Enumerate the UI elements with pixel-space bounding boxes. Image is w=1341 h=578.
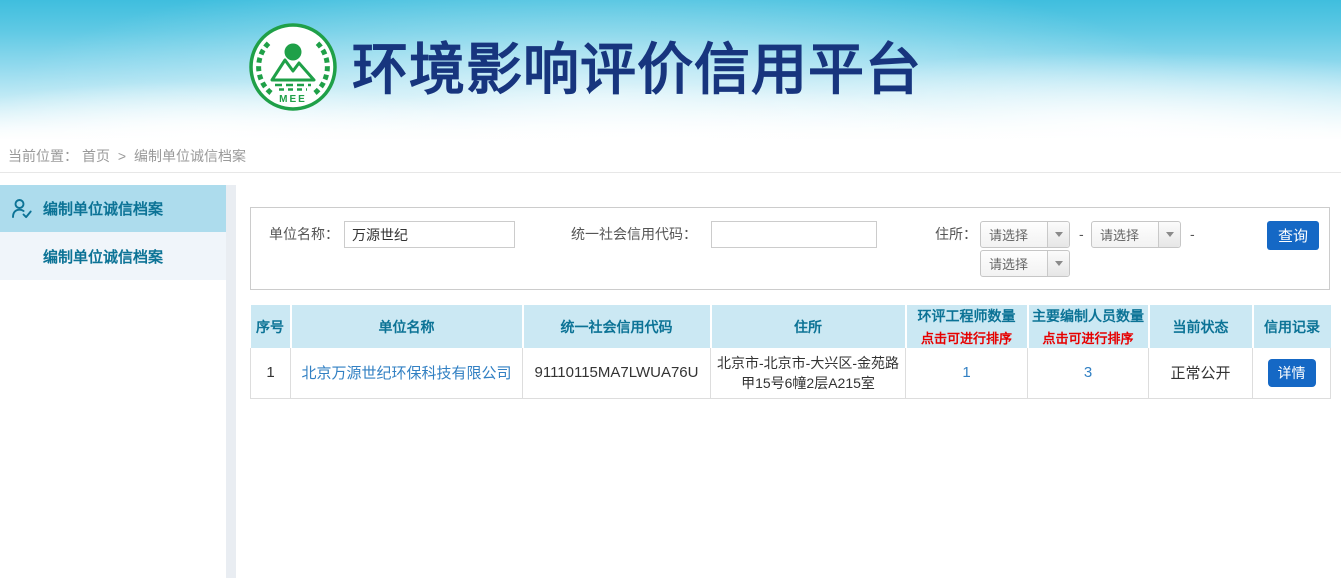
results-table: 序号 单位名称 统一社会信用代码 住所 环评工程师数量 点击可进行排序 主要编制… — [250, 305, 1331, 399]
caret-down-icon — [1158, 222, 1180, 247]
content-area: 编制单位诚信档案 编制单位诚信档案 单位名称： 统一社会信用代码： 住所： 请选… — [0, 173, 1341, 578]
breadcrumb-prefix: 当前位置： — [8, 148, 78, 164]
page-title: 环境影响评价信用平台 — [352, 34, 922, 106]
credit-code-label: 统一社会信用代码： — [571, 221, 697, 248]
breadcrumb-current: 编制单位诚信档案 — [134, 148, 246, 164]
col-header-credit-record: 信用记录 — [1253, 305, 1331, 348]
sidebar-subitem-label: 编制单位诚信档案 — [43, 246, 163, 267]
sidebar: 编制单位诚信档案 编制单位诚信档案 — [0, 185, 226, 280]
caret-down-icon — [1047, 222, 1069, 247]
col-header-index: 序号 — [251, 305, 291, 348]
detail-button[interactable]: 详情 — [1268, 359, 1316, 387]
address-dash-1: - — [1079, 221, 1084, 248]
company-name-input[interactable] — [344, 221, 515, 248]
cell-status: 正常公开 — [1149, 348, 1253, 398]
table-row: 1 北京万源世纪环保科技有限公司 91110115MA7LWUA76U 北京市-… — [251, 348, 1331, 398]
sidebar-item-label: 编制单位诚信档案 — [43, 198, 163, 219]
col-header-address: 住所 — [711, 305, 906, 348]
city-select[interactable]: 请选择 — [1091, 221, 1181, 248]
province-select[interactable]: 请选择 — [980, 221, 1070, 248]
sort-hint: 点击可进行排序 — [909, 328, 1025, 347]
breadcrumb-home-link[interactable]: 首页 — [82, 148, 110, 164]
company-name-label: 单位名称： — [269, 221, 339, 248]
col-header-company: 单位名称 — [291, 305, 523, 348]
table-header-row: 序号 单位名称 统一社会信用代码 住所 环评工程师数量 点击可进行排序 主要编制… — [251, 305, 1331, 348]
cell-index: 1 — [251, 348, 291, 398]
breadcrumb-separator: > — [118, 148, 126, 164]
header-banner: MEE 环境影响评价信用平台 — [0, 0, 1341, 140]
sort-hint: 点击可进行排序 — [1031, 328, 1146, 347]
mee-logo-icon: MEE — [248, 20, 338, 114]
col-header-credit-code: 统一社会信用代码 — [523, 305, 711, 348]
col-header-status: 当前状态 — [1149, 305, 1253, 348]
staff-count-link[interactable]: 3 — [1084, 364, 1092, 381]
main-panel: 单位名称： 统一社会信用代码： 住所： 请选择 - 请选择 - 请选择 查询 — [250, 173, 1330, 399]
sidebar-divider — [226, 185, 236, 578]
cell-address: 北京市-北京市-大兴区-金苑路甲15号6幢2层A215室 — [711, 348, 906, 398]
breadcrumb: 当前位置：首页 > 编制单位诚信档案 — [0, 140, 1341, 173]
district-select[interactable]: 请选择 — [980, 250, 1070, 277]
col-header-staff-count-sort[interactable]: 主要编制人员数量 点击可进行排序 — [1028, 305, 1149, 348]
query-button[interactable]: 查询 — [1267, 221, 1319, 250]
sidebar-subitem-credit-archive[interactable]: 编制单位诚信档案 — [0, 232, 226, 280]
caret-down-icon — [1047, 251, 1069, 276]
col-header-engineer-count-sort[interactable]: 环评工程师数量 点击可进行排序 — [906, 305, 1028, 348]
company-link[interactable]: 北京万源世纪环保科技有限公司 — [301, 365, 511, 382]
engineer-count-link[interactable]: 1 — [962, 364, 970, 381]
search-form: 单位名称： 统一社会信用代码： 住所： 请选择 - 请选择 - 请选择 查询 — [250, 207, 1330, 290]
svg-text:MEE: MEE — [279, 94, 307, 105]
address-label: 住所： — [935, 221, 977, 248]
cell-credit-code: 91110115MA7LWUA76U — [523, 348, 711, 398]
user-check-icon — [10, 197, 34, 221]
sidebar-item-credit-archive[interactable]: 编制单位诚信档案 — [0, 185, 226, 232]
address-dash-2: - — [1190, 221, 1195, 248]
credit-code-input[interactable] — [711, 221, 877, 248]
